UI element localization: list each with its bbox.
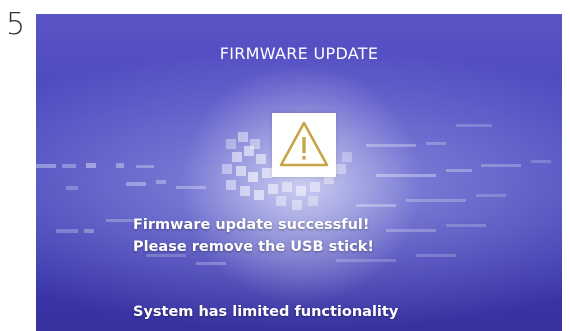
instruction-page: 5 FIRMWARE UPDATE Firmware update succes… [0,0,570,331]
screen-title: FIRMWARE UPDATE [219,44,379,63]
warning-triangle-icon [272,113,336,177]
success-message: Firmware update successful! [133,217,370,233]
step-number: 5 [6,7,26,42]
status-message: System has limited functionality [133,304,399,320]
remove-usb-message: Please remove the USB stick! [133,239,374,255]
device-screen: FIRMWARE UPDATE Firmware update successf… [36,14,562,331]
